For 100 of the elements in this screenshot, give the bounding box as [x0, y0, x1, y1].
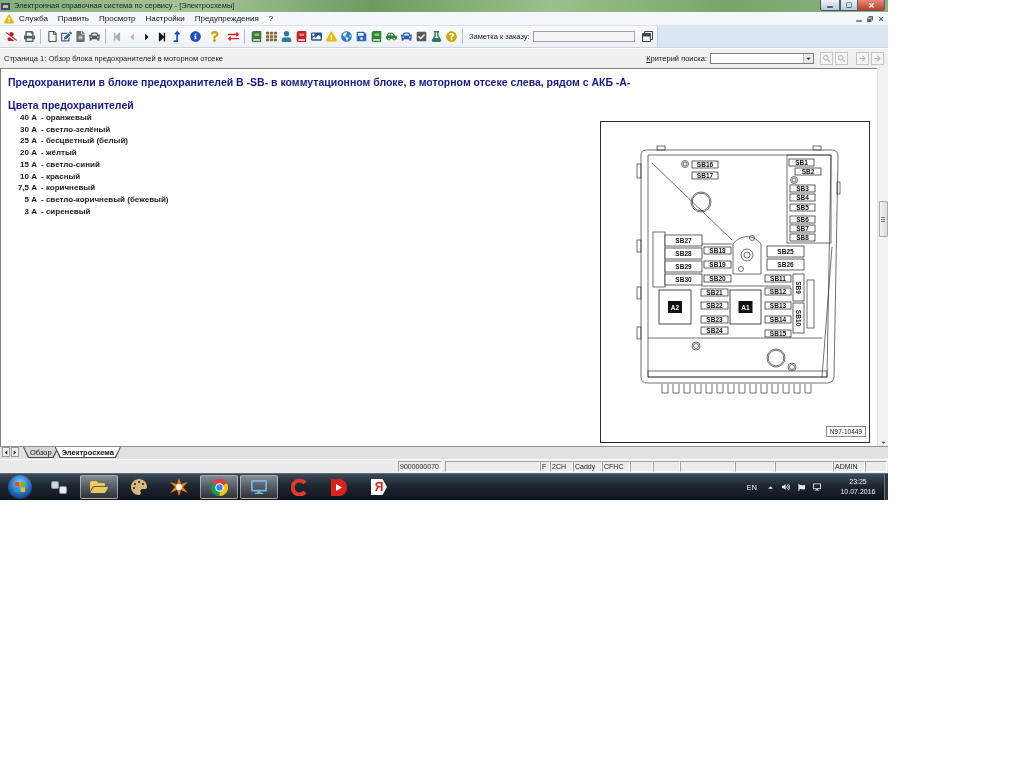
- fuse-color-name: - бесцветный (белый): [41, 135, 128, 148]
- fuse: [691, 160, 719, 169]
- fuse: [789, 215, 816, 224]
- globe-icon[interactable]: [340, 31, 352, 42]
- book-icon[interactable]: [370, 31, 382, 42]
- keys-icon: [51, 480, 67, 494]
- caret-icon: [805, 55, 812, 62]
- fuse-rating: 40 А: [20, 112, 37, 124]
- fuse: [789, 224, 816, 233]
- fuse-rating: 5 А: [24, 193, 37, 206]
- window-icon[interactable]: [642, 31, 654, 42]
- fuse-color-name: - светло-синий: [41, 158, 100, 171]
- status-cell: [680, 461, 735, 472]
- scrollbar-thumb[interactable]: [878, 201, 888, 237]
- flask-icon[interactable]: [430, 31, 442, 42]
- fuse: [766, 245, 805, 258]
- scrollbar[interactable]: [877, 68, 888, 446]
- fuse: [789, 184, 816, 193]
- splash-icon: [170, 478, 188, 496]
- maximize-button[interactable]: [840, 0, 858, 11]
- fuse: [766, 258, 805, 271]
- menu-item[interactable]: ?: [263, 12, 279, 25]
- taskbar-button[interactable]: [200, 475, 238, 499]
- fuse: [700, 315, 729, 324]
- scroll-left-icon[interactable]: [3, 448, 9, 456]
- arrow-right-icon: [874, 55, 881, 62]
- browser-icon: [210, 478, 228, 496]
- scroll-down-icon[interactable]: [879, 439, 887, 446]
- maximize-icon: [846, 2, 852, 8]
- fuse-color-name: - сиреневый: [41, 205, 91, 218]
- status-cell: [865, 461, 887, 472]
- fuse-rating: 25 А: [20, 135, 37, 148]
- page-heading: Предохранители в блоке предохранителей В -SB- в коммутационном блоке, в моторном отсеке слева, рядом с АКБ -А-: [8, 76, 631, 89]
- menu-item[interactable]: Просмотр: [94, 12, 141, 25]
- fuse-color-name: - оранжевый: [41, 112, 92, 124]
- fuse-rating: 15 А: [20, 158, 37, 171]
- minimize-button[interactable]: [820, 0, 840, 11]
- search-criteria-dropdown[interactable]: [710, 53, 814, 64]
- arrow-right-icon: [859, 55, 866, 62]
- monitor-icon: [251, 479, 267, 495]
- close-button[interactable]: [858, 0, 885, 11]
- fuse-rating: 7,5 А: [17, 182, 37, 194]
- person-icon[interactable]: [280, 31, 292, 42]
- menu-item[interactable]: Настройки: [140, 12, 190, 25]
- car-icon[interactable]: [400, 31, 412, 42]
- page-pencil-icon[interactable]: [60, 31, 72, 42]
- monitor-icon[interactable]: [813, 483, 821, 491]
- fuse: [788, 158, 815, 167]
- car-icon[interactable]: [88, 31, 100, 42]
- search-icon: [823, 55, 830, 62]
- info-icon[interactable]: [189, 31, 201, 42]
- printer-icon[interactable]: [23, 31, 35, 42]
- fuse-rating: 3 А: [24, 205, 37, 218]
- blank-page-icon[interactable]: [46, 31, 58, 42]
- fuse-color-name: - светло-коричневый (бежевый): [41, 193, 169, 206]
- section-title: Цвета предохранителей: [8, 99, 134, 112]
- menu-item[interactable]: Предупреждения: [189, 12, 264, 25]
- fuse: [700, 326, 729, 335]
- flag-icon[interactable]: [798, 483, 805, 491]
- document-icon[interactable]: [74, 31, 86, 42]
- scroll-right-icon[interactable]: [12, 448, 18, 456]
- fuse: [789, 233, 816, 242]
- fuse: [700, 301, 729, 310]
- fuse: [691, 171, 719, 180]
- app-icon: [1, 2, 10, 11]
- fuse-color-name: - светло-зелёный: [41, 123, 111, 136]
- book-icon[interactable]: [295, 31, 307, 42]
- status-cell: [775, 461, 833, 472]
- grid-icon[interactable]: [265, 31, 277, 42]
- return-arrow-icon[interactable]: [170, 31, 182, 42]
- restore-icon[interactable]: [867, 15, 873, 22]
- folder-icon: [90, 478, 108, 496]
- menu-item[interactable]: Править: [52, 12, 95, 25]
- search-icon: [838, 55, 845, 62]
- fuse: [700, 288, 729, 297]
- fuse-color-name: - жёлтый: [41, 147, 77, 159]
- status-cell: [735, 461, 775, 472]
- arc-logo-icon: [290, 478, 308, 496]
- close-icon[interactable]: [878, 15, 884, 22]
- order-note-field[interactable]: [532, 31, 635, 42]
- palette-icon: [131, 479, 147, 495]
- swap-arrows-icon[interactable]: [227, 31, 239, 42]
- fuse-rating: 10 А: [20, 170, 37, 183]
- close-icon: [867, 1, 875, 9]
- status-cell: [653, 461, 680, 472]
- taskbar-button[interactable]: Я: [360, 475, 398, 499]
- fuse: [794, 167, 822, 176]
- fuse: [789, 203, 816, 212]
- menu-item[interactable]: Служба: [14, 12, 53, 25]
- play-logo-icon: [331, 478, 347, 496]
- last-page-icon[interactable]: [157, 31, 167, 42]
- fuse-color-name: - коричневый: [41, 182, 96, 194]
- book-icon[interactable]: [250, 31, 262, 42]
- speaker-icon[interactable]: [782, 483, 790, 491]
- taskbar-button[interactable]: [80, 475, 118, 499]
- checklist-icon[interactable]: [415, 31, 427, 42]
- picture-icon[interactable]: [310, 31, 322, 42]
- fuse-color-name: - красный: [41, 170, 81, 183]
- person-icon[interactable]: [5, 31, 17, 42]
- car-icon[interactable]: [385, 31, 397, 42]
